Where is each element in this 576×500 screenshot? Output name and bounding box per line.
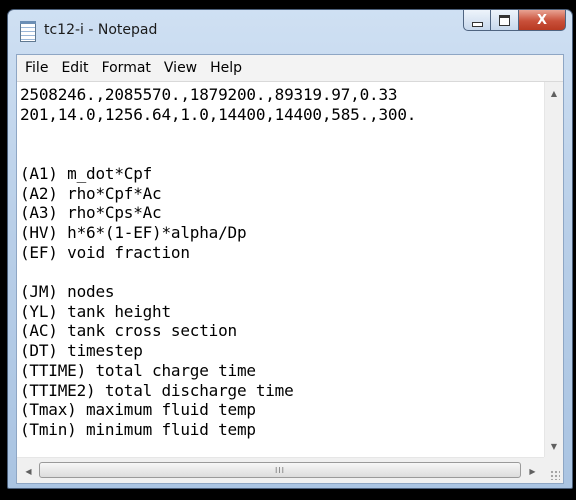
maximize-icon: [499, 14, 510, 26]
menu-format[interactable]: Format: [97, 60, 159, 76]
scroll-right-arrow-icon[interactable]: ▶: [524, 462, 541, 480]
close-button[interactable]: X: [519, 10, 566, 31]
menu-help[interactable]: Help: [205, 60, 250, 76]
scroll-left-arrow-icon[interactable]: ◀: [20, 462, 37, 480]
notepad-client-area: File Edit Format View Help 2508246.,2085…: [16, 54, 564, 484]
document-text[interactable]: 2508246.,2085570.,1879200.,89319.97,0.33…: [17, 82, 544, 440]
scroll-up-arrow-icon[interactable]: ▲: [545, 85, 563, 102]
vertical-scrollbar[interactable]: ▲ ▼: [544, 82, 563, 458]
scrollbar-corner: [544, 457, 563, 483]
caption-buttons: X: [463, 10, 566, 32]
notepad-window: tc12-i - Notepad X File Edit Format View…: [7, 9, 573, 489]
window-title: tc12-i - Notepad: [44, 22, 158, 38]
maximize-button[interactable]: [491, 10, 519, 31]
minimize-icon: [471, 21, 483, 27]
scroll-down-arrow-icon[interactable]: ▼: [545, 438, 563, 455]
menu-bar: File Edit Format View Help: [17, 55, 563, 82]
notepad-icon[interactable]: [20, 21, 36, 42]
menu-edit[interactable]: Edit: [56, 60, 96, 76]
resize-grip-icon[interactable]: [550, 470, 560, 480]
menu-view[interactable]: View: [159, 60, 205, 76]
minimize-button[interactable]: [463, 10, 491, 31]
text-editor[interactable]: 2508246.,2085570.,1879200.,89319.97,0.33…: [17, 82, 544, 458]
horizontal-scroll-thumb[interactable]: III: [39, 462, 521, 478]
scroll-grip-icon: III: [274, 466, 286, 475]
menu-file[interactable]: File: [20, 60, 56, 76]
title-bar[interactable]: tc12-i - Notepad X: [8, 10, 572, 54]
horizontal-scrollbar[interactable]: ◀ III ▶: [17, 457, 544, 483]
close-icon: X: [536, 12, 548, 28]
